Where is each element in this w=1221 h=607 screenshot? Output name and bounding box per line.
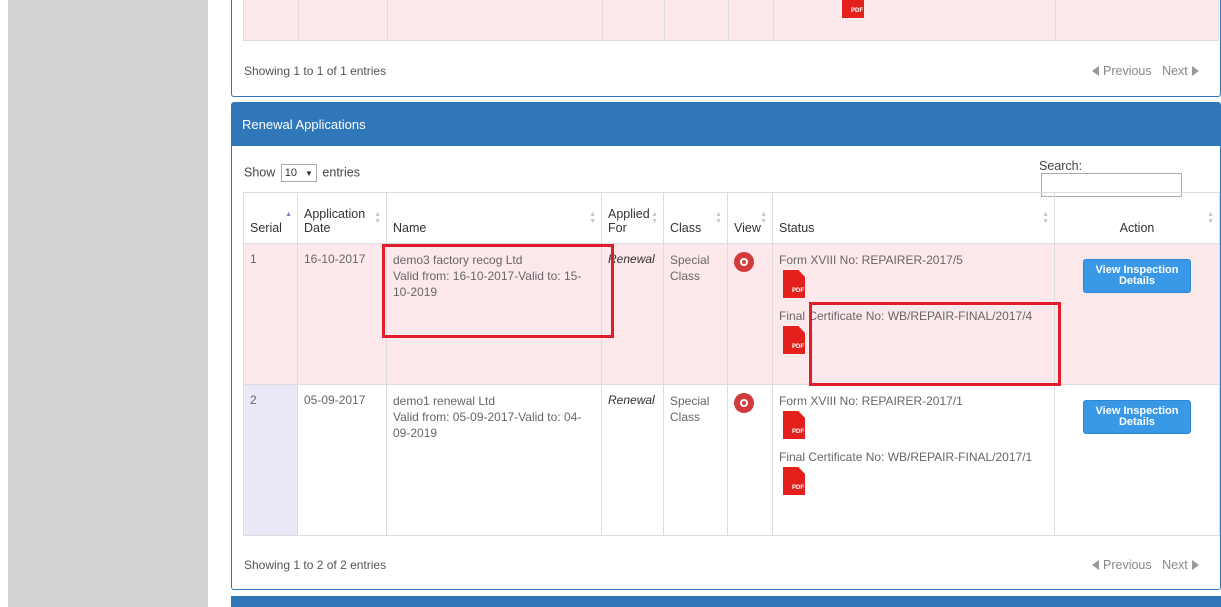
left-arrow-icon <box>1092 560 1099 570</box>
sort-icon: ▲ ▼ <box>1042 211 1049 225</box>
pdf-icon[interactable]: PDF <box>783 411 805 439</box>
pagination: Previous Next <box>1092 64 1199 78</box>
column-class[interactable]: Class ▲ ▼ <box>663 192 728 244</box>
sort-icon: ▲ ▼ <box>1207 211 1214 225</box>
column-view[interactable]: View ▲ ▼ <box>727 192 773 244</box>
pdf-icon[interactable]: PDF <box>842 0 864 18</box>
column-name[interactable]: Name ▲ ▼ <box>386 192 602 244</box>
next-button[interactable]: Next <box>1162 558 1199 572</box>
sort-icon: ▲ ▼ <box>374 211 381 225</box>
next-panel-header <box>231 596 1221 607</box>
column-action[interactable]: Action ▲ ▼ <box>1054 192 1220 244</box>
class-cell: Special Class <box>663 243 728 385</box>
eye-icon[interactable] <box>734 252 754 272</box>
previous-button[interactable]: Previous <box>1092 64 1152 78</box>
column-application-date[interactable]: Application Date ▲ ▼ <box>297 192 387 244</box>
panel-title: Renewal Applications <box>232 103 1220 146</box>
pdf-icon[interactable]: PDF <box>783 270 805 298</box>
status-cell: Form XVIII No: REPAIRER-2017/1 PDF Final… <box>772 384 1055 536</box>
serial-cell: 1 <box>243 243 298 385</box>
page-length-select[interactable]: 10 ▼ <box>280 164 317 182</box>
action-cell: View Inspection Details <box>1054 243 1220 385</box>
column-applied-for[interactable]: Applied For ▲ ▼ <box>601 192 664 244</box>
date-cell: 05-09-2017 <box>297 384 387 536</box>
applied-for-cell: Renewal <box>601 384 664 536</box>
pagination: Previous Next <box>1092 558 1199 572</box>
eye-icon[interactable] <box>734 393 754 413</box>
main-content: PDF Showing 1 to 1 of 1 entries Previous… <box>208 0 1221 607</box>
left-gutter <box>0 0 8 607</box>
serial-cell: 2 <box>243 384 298 536</box>
sort-icon: ▲ ▼ <box>651 211 658 225</box>
page-length-control: Show 10 ▼ entries <box>244 164 360 182</box>
table-header-row: Serial ▲ Application Date ▲ ▼ Name ▲ ▼ Applie… <box>243 192 1220 244</box>
validity-text: Valid from: 05-09-2017-Valid to: 04-09-2… <box>393 410 582 440</box>
table-info: Showing 1 to 1 of 1 entries <box>244 64 387 78</box>
chevron-down-icon: ▼ <box>305 169 313 178</box>
previous-panel: PDF Showing 1 to 1 of 1 entries Previous… <box>231 0 1221 97</box>
date-cell: 16-10-2017 <box>297 243 387 385</box>
renewal-panel: Renewal Applications Show 10 ▼ entries Se… <box>231 102 1221 590</box>
form-xviii-label: Form XVIII No: REPAIRER-2017/1 <box>779 394 963 408</box>
table-info: Showing 1 to 2 of 2 entries <box>244 558 387 572</box>
name-cell: demo1 renewal Ltd Valid from: 05-09-2017… <box>386 384 602 536</box>
view-inspection-details-button[interactable]: View Inspection Details <box>1083 259 1191 293</box>
view-cell <box>727 384 773 536</box>
highlight-box-name <box>382 244 614 338</box>
next-button[interactable]: Next <box>1162 64 1199 78</box>
pdf-icon[interactable]: PDF <box>783 467 805 495</box>
left-arrow-icon <box>1092 66 1099 76</box>
view-inspection-details-button[interactable]: View Inspection Details <box>1083 400 1191 434</box>
form-xviii-label: Form XVIII No: REPAIRER-2017/5 <box>779 253 963 267</box>
applicant-name: demo1 renewal Ltd <box>393 394 496 408</box>
sort-asc-icon: ▲ <box>285 211 292 218</box>
previous-button[interactable]: Previous <box>1092 558 1152 572</box>
right-arrow-icon <box>1191 560 1199 570</box>
action-cell: View Inspection Details <box>1054 384 1220 536</box>
pdf-icon[interactable]: PDF <box>783 326 805 354</box>
highlight-box-final-certificate <box>809 302 1061 386</box>
sort-icon: ▲ ▼ <box>760 211 767 225</box>
sort-icon: ▲ ▼ <box>715 211 722 225</box>
final-certificate-label: Final Certificate No: WB/REPAIR-FINAL/20… <box>779 450 1033 464</box>
table-row: 2 05-09-2017 demo1 renewal Ltd Valid fro… <box>243 384 1220 536</box>
class-cell: Special Class <box>663 384 728 536</box>
column-serial[interactable]: Serial ▲ <box>243 192 298 244</box>
table-row: PDF <box>243 0 1219 41</box>
column-status[interactable]: Status ▲ ▼ <box>772 192 1055 244</box>
sort-icon: ▲ ▼ <box>589 211 596 225</box>
view-cell <box>727 243 773 385</box>
sidebar <box>8 0 208 607</box>
right-arrow-icon <box>1191 66 1199 76</box>
